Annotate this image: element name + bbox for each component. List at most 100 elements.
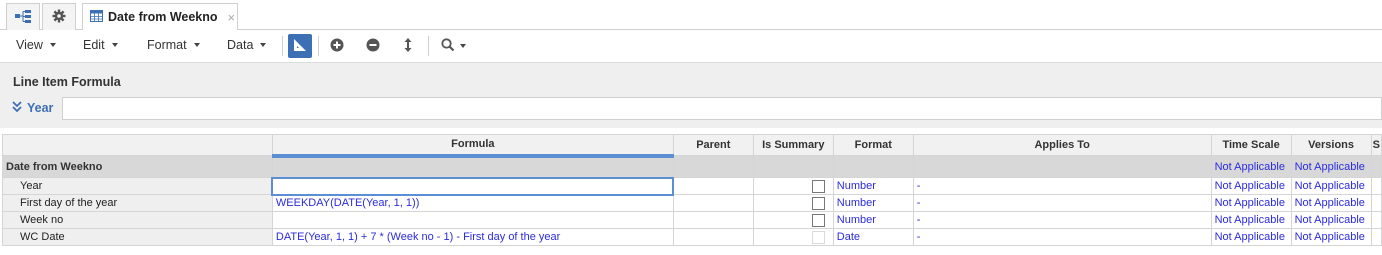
is-summary-cell[interactable] bbox=[752, 194, 834, 212]
format-menu[interactable]: Format bbox=[147, 38, 200, 52]
row-header[interactable]: Week no bbox=[2, 211, 273, 229]
group-row: Date from Weekno Not Applicable Not Appl… bbox=[2, 155, 1382, 178]
time-scale-cell[interactable]: Not Applicable bbox=[1210, 194, 1292, 212]
formula-line-item-name: Year bbox=[27, 101, 54, 115]
tab-bar: Date from Weekno × bbox=[0, 0, 1382, 31]
chevron-down-icon bbox=[49, 43, 56, 47]
parent-cell[interactable] bbox=[672, 177, 754, 195]
view-menu-label: View bbox=[16, 38, 43, 52]
toolbar-divider bbox=[282, 36, 283, 56]
view-menu[interactable]: View bbox=[16, 38, 56, 52]
tab-label: Date from Weekno bbox=[108, 10, 218, 24]
group-s-cell bbox=[1370, 155, 1382, 178]
group-is-summary-cell bbox=[752, 155, 834, 178]
grid-icon bbox=[90, 9, 103, 25]
group-applies-to-cell bbox=[912, 155, 1212, 178]
versions-cell[interactable]: Not Applicable bbox=[1290, 177, 1372, 195]
parent-cell[interactable] bbox=[672, 228, 754, 246]
format-cell[interactable]: Number bbox=[832, 177, 914, 195]
formula-line-item-selector[interactable]: Year bbox=[12, 101, 53, 115]
column-header-applies-to[interactable]: Applies To bbox=[912, 134, 1212, 156]
group-name[interactable]: Date from Weekno bbox=[2, 155, 273, 178]
s-cell[interactable] bbox=[1370, 228, 1382, 246]
row-header[interactable]: First day of the year bbox=[2, 194, 273, 212]
column-header-formula[interactable]: Formula bbox=[271, 134, 674, 158]
time-scale-cell[interactable]: Not Applicable bbox=[1210, 211, 1292, 229]
column-header-s[interactable]: S bbox=[1370, 134, 1382, 156]
search-button[interactable] bbox=[437, 34, 469, 58]
formula-cell[interactable]: DATE(Year, 1, 1) + 7 * (Week no - 1) - F… bbox=[271, 228, 674, 246]
is-summary-checkbox[interactable] bbox=[811, 196, 825, 210]
move-button[interactable] bbox=[396, 34, 420, 58]
column-header-format[interactable]: Format bbox=[832, 134, 914, 156]
close-icon[interactable]: × bbox=[228, 10, 236, 25]
column-header-versions[interactable]: Versions bbox=[1290, 134, 1372, 156]
applies-to-cell[interactable]: - bbox=[912, 211, 1212, 229]
row-header[interactable]: Year bbox=[2, 177, 273, 195]
chevron-down-icon bbox=[260, 43, 267, 47]
applies-to-cell[interactable]: - bbox=[912, 177, 1212, 195]
add-icon bbox=[330, 38, 344, 55]
column-header-time-scale[interactable]: Time Scale bbox=[1210, 134, 1292, 156]
data-menu-label: Data bbox=[227, 38, 254, 52]
remove-icon bbox=[366, 38, 380, 55]
column-header-is-summary[interactable]: Is Summary bbox=[752, 134, 834, 156]
chevron-down-icon bbox=[459, 44, 466, 48]
format-cell[interactable]: Number bbox=[832, 194, 914, 212]
hierarchy-icon bbox=[15, 9, 31, 26]
chevron-down-icon bbox=[193, 43, 200, 47]
s-cell[interactable] bbox=[1370, 194, 1382, 212]
group-parent-cell bbox=[672, 155, 754, 178]
is-summary-cell[interactable] bbox=[752, 177, 834, 195]
double-chevron-down-icon bbox=[12, 101, 22, 115]
blueprint-button[interactable] bbox=[288, 34, 312, 58]
edit-menu[interactable]: Edit bbox=[83, 38, 118, 52]
group-formula-cell bbox=[271, 155, 674, 178]
settings-tab-button[interactable] bbox=[42, 3, 76, 30]
formula-input[interactable] bbox=[62, 97, 1382, 120]
search-icon bbox=[440, 37, 455, 55]
parent-cell[interactable] bbox=[672, 194, 754, 212]
blueprint-icon bbox=[293, 38, 307, 55]
add-button[interactable] bbox=[325, 34, 349, 58]
is-summary-checkbox[interactable] bbox=[811, 213, 825, 227]
is-summary-checkbox[interactable] bbox=[811, 179, 825, 193]
versions-cell[interactable]: Not Applicable bbox=[1290, 211, 1372, 229]
table-row: Year Number - Not Applicable Not Applica… bbox=[2, 176, 1382, 196]
is-summary-cell[interactable] bbox=[752, 211, 834, 229]
line-items-grid: Formula Parent Is Summary Format Applies… bbox=[2, 134, 1382, 246]
s-cell[interactable] bbox=[1370, 177, 1382, 195]
group-time-scale[interactable]: Not Applicable bbox=[1210, 155, 1292, 178]
move-icon bbox=[403, 37, 413, 55]
toolbar: View Edit Format Data bbox=[0, 30, 1382, 62]
data-menu[interactable]: Data bbox=[227, 38, 267, 52]
chevron-down-icon bbox=[111, 43, 118, 47]
versions-cell[interactable]: Not Applicable bbox=[1290, 194, 1372, 212]
time-scale-cell[interactable]: Not Applicable bbox=[1210, 228, 1292, 246]
row-header[interactable]: WC Date bbox=[2, 228, 273, 246]
parent-cell[interactable] bbox=[672, 211, 754, 229]
format-menu-label: Format bbox=[147, 38, 187, 52]
formula-cell[interactable] bbox=[271, 211, 674, 229]
versions-cell[interactable]: Not Applicable bbox=[1290, 228, 1372, 246]
formula-cell[interactable] bbox=[271, 176, 675, 196]
time-scale-cell[interactable]: Not Applicable bbox=[1210, 177, 1292, 195]
table-row: First day of the year WEEKDAY(DATE(Year,… bbox=[2, 194, 1382, 212]
remove-button[interactable] bbox=[361, 34, 385, 58]
s-cell[interactable] bbox=[1370, 211, 1382, 229]
table-row: Week no Number - Not Applicable Not Appl… bbox=[2, 211, 1382, 229]
tab-date-from-weekno[interactable]: Date from Weekno × bbox=[82, 3, 238, 31]
grid-header-row: Formula Parent Is Summary Format Applies… bbox=[2, 134, 1382, 158]
corner-header bbox=[2, 134, 273, 156]
is-summary-cell bbox=[752, 228, 834, 246]
formula-cell[interactable]: WEEKDAY(DATE(Year, 1, 1)) bbox=[271, 194, 674, 212]
format-cell[interactable]: Date bbox=[832, 228, 914, 246]
applies-to-cell[interactable]: - bbox=[912, 228, 1212, 246]
applies-to-cell[interactable]: - bbox=[912, 194, 1212, 212]
group-versions[interactable]: Not Applicable bbox=[1290, 155, 1372, 178]
formula-panel: Line Item Formula Year bbox=[0, 62, 1382, 128]
format-cell[interactable]: Number bbox=[832, 211, 914, 229]
column-header-parent[interactable]: Parent bbox=[672, 134, 754, 156]
edit-menu-label: Edit bbox=[83, 38, 105, 52]
hierarchy-tab-button[interactable] bbox=[6, 3, 40, 30]
